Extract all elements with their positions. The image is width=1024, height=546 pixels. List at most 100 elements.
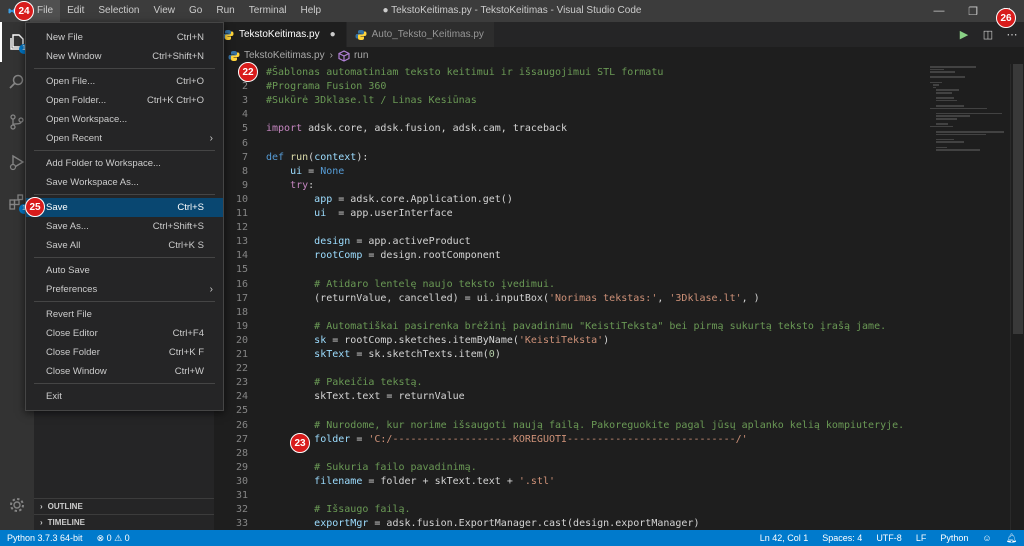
line-number: 33: [235, 518, 248, 530]
menu-item-exit[interactable]: Exit: [26, 387, 223, 406]
code-line[interactable]: 33 exportMgr = adsk.fusion.ExportManager…: [214, 517, 926, 530]
menu-item-new-window[interactable]: New Window Ctrl+Shift+N: [26, 47, 223, 66]
menu-item-revert-file[interactable]: Revert File: [26, 305, 223, 324]
code-line[interactable]: 13 design = app.activeProduct: [214, 235, 926, 249]
menu-item-open-file[interactable]: Open File... Ctrl+O: [26, 72, 223, 91]
minimize-icon[interactable]: —: [922, 0, 956, 22]
minimap-line: [935, 149, 981, 151]
editor-scrollbar[interactable]: [1010, 64, 1024, 530]
language-mode[interactable]: Python: [933, 530, 975, 546]
code-line[interactable]: 21 skText = sk.sketchTexts.item(0): [214, 348, 926, 362]
code-line[interactable]: 6: [214, 137, 926, 151]
code-line[interactable]: 17 (returnValue, cancelled) = ui.inputBo…: [214, 292, 926, 306]
code-line[interactable]: 18: [214, 306, 926, 320]
code-token: design: [314, 236, 351, 248]
code-line[interactable]: 8 ui = None: [214, 165, 926, 179]
code-line[interactable]: 16 # Atidaro lentelę naujo teksto įvedim…: [214, 278, 926, 292]
encoding[interactable]: UTF-8: [869, 530, 909, 546]
problems-indicator[interactable]: ⊗ 0 ⚠ 0: [90, 530, 137, 546]
code-line[interactable]: 3 #Sukūrė 3Dklase.lt / Linas Kesiūnas: [214, 94, 926, 108]
code-line[interactable]: 5 import adsk.core, adsk.fusion, adsk.cam…: [214, 122, 926, 136]
menu-item-close-folder[interactable]: Close Folder Ctrl+K F: [26, 343, 223, 362]
code-line[interactable]: 30 filename = folder + skText.text + '.s…: [214, 475, 926, 489]
code-line[interactable]: 23 # Pakeičia tekstą.: [214, 376, 926, 390]
code-line[interactable]: 15: [214, 263, 926, 277]
code-line[interactable]: 4: [214, 108, 926, 122]
indentation[interactable]: Spaces: 4: [815, 530, 869, 546]
code-line[interactable]: 9 try:: [214, 179, 926, 193]
manage-button[interactable]: [0, 490, 34, 520]
code-token: sk: [314, 334, 327, 346]
menu-item-save-workspace-as[interactable]: Save Workspace As...: [26, 173, 223, 192]
code-line[interactable]: 2 #Programa Fusion 360: [214, 80, 926, 94]
notifications-icon[interactable]: 🔔︎: [999, 530, 1024, 546]
timeline-section[interactable]: › TIMELINE: [34, 514, 214, 530]
editor-actions: ▶ ◫ ⋯: [952, 22, 1024, 47]
split-editor-icon[interactable]: ◫: [976, 28, 1000, 41]
code-line[interactable]: 31: [214, 489, 926, 503]
cursor-position[interactable]: Ln 42, Col 1: [753, 530, 816, 546]
menu-item-close-editor[interactable]: Close Editor Ctrl+F4: [26, 324, 223, 343]
end-of-line[interactable]: LF: [909, 530, 934, 546]
code-line[interactable]: 11 ui = app.userInterface: [214, 207, 926, 221]
code-text: filename = folder + skText.text + '.stl': [266, 475, 555, 489]
modified-dot-icon[interactable]: ●: [330, 29, 336, 40]
menu-go[interactable]: Go: [182, 0, 209, 22]
minimap-line: [935, 97, 954, 99]
code-line[interactable]: 12: [214, 221, 926, 235]
breadcrumb-symbol[interactable]: run: [354, 50, 368, 61]
feedback-icon[interactable]: ☺: [975, 530, 998, 546]
menu-separator: [34, 301, 215, 302]
minimap-line: [935, 146, 947, 149]
menu-selection[interactable]: Selection: [91, 0, 146, 22]
code-line[interactable]: 32 # Išsaugo failą.: [214, 503, 926, 517]
tab-auto-teksto-keitimas[interactable]: Auto_Teksto_Keitimas.py: [346, 22, 495, 47]
code-line[interactable]: 7 def run(context):: [214, 151, 926, 165]
restore-icon[interactable]: ❐: [956, 0, 990, 22]
outline-section[interactable]: › OUTLINE: [34, 498, 214, 514]
run-file-icon[interactable]: ▶: [952, 28, 976, 41]
menu-item-auto-save[interactable]: Auto Save: [26, 261, 223, 280]
menu-file[interactable]: File: [30, 0, 61, 22]
menu-item-add-folder-to-workspace[interactable]: Add Folder to Workspace...: [26, 154, 223, 173]
menu-item-save[interactable]: Save Ctrl+S: [26, 198, 223, 217]
code-line[interactable]: 20 sk = rootComp.sketches.itemByName('Ke…: [214, 334, 926, 348]
code-editor[interactable]: 1#Šablonas automatiniam teksto keitimui …: [214, 64, 926, 530]
minimap-line: [930, 107, 988, 110]
menu-edit[interactable]: Edit: [60, 0, 91, 22]
code-line[interactable]: 25: [214, 404, 926, 418]
code-line[interactable]: 27 folder = 'C:/--------------------KORE…: [214, 433, 926, 447]
more-actions-icon[interactable]: ⋯: [1000, 28, 1024, 41]
menu-run[interactable]: Run: [209, 0, 241, 22]
code-line[interactable]: 19 # Automatiškai pasirenka brėžinį pava…: [214, 320, 926, 334]
python-interpreter[interactable]: Python 3.7.3 64-bit: [0, 530, 90, 546]
code-line[interactable]: 10 app = adsk.core.Application.get(): [214, 193, 926, 207]
code-line[interactable]: 29 # Sukuria failo pavadinimą.: [214, 461, 926, 475]
code-token: (returnValue, cancelled) = ui.inputBox(: [266, 292, 549, 304]
code-token: = app.activeProduct: [350, 236, 471, 248]
tab-label: Auto_Teksto_Keitimas.py: [371, 29, 484, 40]
code-line[interactable]: 24 skText.text = returnValue: [214, 390, 926, 404]
menu-item-save-all[interactable]: Save All Ctrl+K S: [26, 236, 223, 255]
menu-item-preferences[interactable]: Preferences ›: [26, 280, 223, 299]
code-line[interactable]: 14 rootComp = design.rootComponent: [214, 249, 926, 263]
code-line[interactable]: 22: [214, 362, 926, 376]
menu-terminal[interactable]: Terminal: [242, 0, 294, 22]
menu-view[interactable]: View: [147, 0, 183, 22]
scrollbar-thumb[interactable]: [1013, 64, 1023, 334]
code-line[interactable]: 1#Šablonas automatiniam teksto keitimui …: [214, 66, 926, 80]
tab-tekstokeitimas[interactable]: TekstoKeitimas.py ●: [214, 22, 347, 47]
menu-item-new-file[interactable]: New File Ctrl+N: [26, 28, 223, 47]
menu-item-close-window[interactable]: Close Window Ctrl+W: [26, 362, 223, 381]
menu-item-open-workspace[interactable]: Open Workspace...: [26, 110, 223, 129]
menu-item-open-folder[interactable]: Open Folder... Ctrl+K Ctrl+O: [26, 91, 223, 110]
menu-item-save-as[interactable]: Save As... Ctrl+Shift+S: [26, 217, 223, 236]
code-line[interactable]: 26 # Nurodome, kur norime išsaugoti nauj…: [214, 419, 926, 433]
menu-item-open-recent[interactable]: Open Recent ›: [26, 129, 223, 148]
menu-separator: [34, 150, 215, 151]
code-line[interactable]: 28: [214, 447, 926, 461]
breadcrumb-file[interactable]: TekstoKeitimas.py: [244, 50, 325, 61]
minimap[interactable]: [926, 64, 1010, 530]
menu-help[interactable]: Help: [294, 0, 329, 22]
